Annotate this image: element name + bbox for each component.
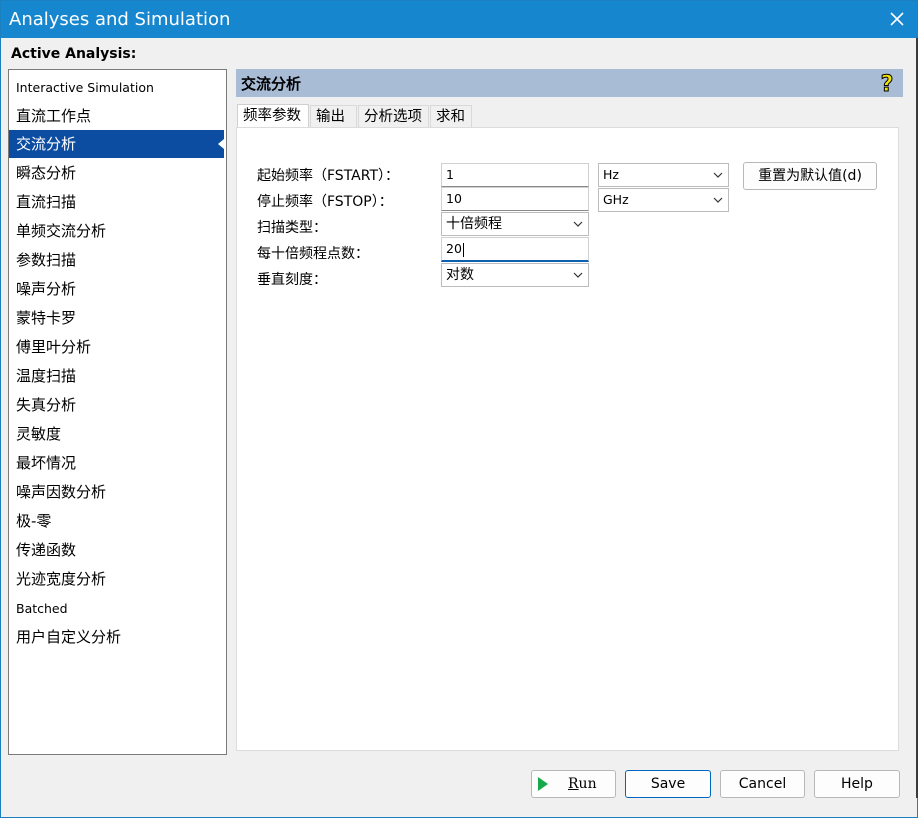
tab-2[interactable]: 分析选项: [358, 105, 429, 127]
analysis-item[interactable]: 傅里叶分析: [9, 333, 224, 361]
chevron-down-icon: [713, 197, 723, 203]
help-question-icon[interactable]: ?: [878, 71, 896, 96]
points-per-decade-label: 每十倍频程点数：: [257, 246, 369, 262]
analysis-item[interactable]: Batched: [9, 595, 224, 623]
vertical-scale-label: 垂直刻度：: [257, 272, 327, 288]
fstart-value: 1: [446, 167, 454, 182]
window-scrollbar-edge: [916, 38, 918, 798]
svg-text:?: ?: [881, 72, 894, 95]
vertical-scale-value: 对数: [446, 267, 474, 283]
analyses-dialog: Analyses and Simulation Active Analysis:…: [0, 0, 918, 818]
cancel-button[interactable]: Cancel: [720, 770, 805, 798]
chevron-down-icon: [713, 172, 723, 178]
fstop-input[interactable]: 10: [441, 187, 589, 211]
panel-title: 交流分析: [241, 75, 302, 93]
points-per-decade-value: 20: [446, 241, 462, 256]
text-caret: [462, 242, 464, 257]
play-icon: [538, 777, 548, 791]
analysis-item[interactable]: 直流工作点: [9, 102, 224, 130]
analysis-item[interactable]: 用户自定义分析: [9, 623, 224, 651]
run-button[interactable]: Run: [531, 770, 616, 798]
tab-1[interactable]: 输出: [310, 105, 357, 127]
analysis-item[interactable]: 失真分析: [9, 391, 224, 419]
analysis-item[interactable]: 温度扫描: [9, 362, 224, 390]
fstart-unit-select[interactable]: Hz: [598, 163, 729, 187]
analysis-item[interactable]: 参数扫描: [9, 246, 224, 274]
analysis-item[interactable]: 单频交流分析: [9, 217, 224, 245]
fstop-unit-select[interactable]: GHz: [598, 188, 729, 212]
points-per-decade-input[interactable]: 20: [441, 237, 589, 262]
panel-header: 交流分析 ?: [236, 69, 903, 97]
fstop-unit-value: GHz: [603, 192, 629, 207]
run-button-label: Run: [568, 776, 597, 792]
fstop-label: 停止频率（FSTOP）：: [257, 194, 393, 210]
analysis-item[interactable]: 交流分析: [9, 130, 224, 158]
sweep-type-label: 扫描类型：: [257, 220, 327, 236]
tab-0[interactable]: 频率参数: [237, 104, 309, 128]
analysis-list[interactable]: Interactive Simulation 直流工作点 交流分析 瞬态分析 直流扫描单…: [8, 69, 227, 755]
save-button[interactable]: Save: [625, 770, 711, 798]
analysis-item[interactable]: 传递函数: [9, 536, 224, 564]
active-analysis-label: Active Analysis:: [11, 46, 137, 62]
analysis-item[interactable]: 最坏情况: [9, 449, 224, 477]
title-bar[interactable]: Analyses and Simulation: [1, 1, 917, 38]
tab-3[interactable]: 求和: [430, 105, 472, 127]
analysis-item[interactable]: 光迹宽度分析: [9, 565, 224, 593]
window-title: Analyses and Simulation: [9, 9, 231, 30]
chevron-down-icon: [573, 272, 583, 278]
fstop-value: 10: [446, 191, 462, 206]
chevron-down-icon: [573, 221, 583, 227]
analysis-item[interactable]: 噪声因数分析: [9, 478, 224, 506]
help-button[interactable]: Help: [814, 770, 900, 798]
analysis-item[interactable]: Interactive Simulation: [9, 74, 224, 102]
vertical-scale-select[interactable]: 对数: [441, 263, 589, 287]
close-icon[interactable]: [883, 5, 911, 33]
fstart-input[interactable]: 1: [441, 163, 589, 187]
analysis-item[interactable]: 噪声分析: [9, 275, 224, 303]
sweep-type-value: 十倍频程: [446, 216, 502, 232]
analysis-item[interactable]: 蒙特卡罗: [9, 304, 224, 332]
reset-defaults-button[interactable]: 重置为默认值(d): [743, 162, 877, 190]
analysis-item[interactable]: 直流扫描: [9, 188, 224, 216]
analysis-item[interactable]: 极-零: [9, 507, 224, 535]
sweep-type-select[interactable]: 十倍频程: [441, 212, 589, 236]
analysis-item[interactable]: 瞬态分析: [9, 159, 224, 187]
fstart-unit-value: Hz: [603, 167, 619, 182]
fstart-label: 起始频率（FSTART）：: [257, 168, 399, 184]
analysis-item[interactable]: 灵敏度: [9, 420, 224, 448]
